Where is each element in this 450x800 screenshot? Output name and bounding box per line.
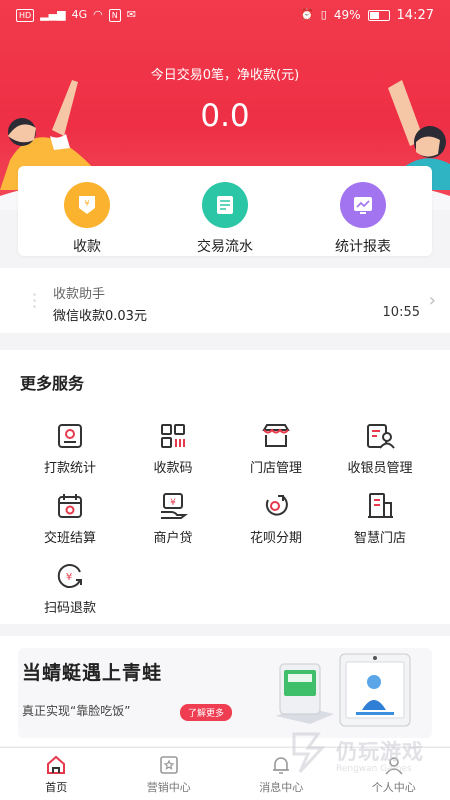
cashier-icon <box>367 424 395 449</box>
service-scan-refund[interactable]: ¥ 扫码退款 <box>14 560 126 622</box>
tab-label: 首页 <box>45 781 68 794</box>
bottom-tab-bar: 首页 营销中心 消息中心 个人中心 <box>0 747 450 800</box>
battery-icon <box>367 9 390 21</box>
service-label: 打款统计 <box>43 461 96 476</box>
vibrate-icon: ▯ <box>320 8 327 21</box>
merchant-loan-icon: ¥ <box>161 493 188 519</box>
assistant-message: 微信收款0.03元 <box>53 309 147 324</box>
payment-assistant-row[interactable]: · · · 收款助手 微信收款0.03元 10:55 › <box>0 268 450 333</box>
service-label: 商户贷 <box>153 531 193 546</box>
battery-percent: 49% <box>333 8 361 22</box>
more-services-section: 更多服务 打款统计 收款码 门店管理 收银员管理 交班结算 ¥ 商户贷 花呗分期… <box>0 350 450 624</box>
transaction-list-label: 交易流水 <box>197 239 253 255</box>
transaction-list-icon <box>202 182 248 228</box>
alarm-icon: ⏰ <box>300 8 314 21</box>
payment-stats-icon <box>58 424 82 448</box>
tab-label: 消息中心 <box>259 781 304 794</box>
face-pay-device-image <box>339 653 411 727</box>
wifi-icon: ◠ <box>93 8 103 21</box>
service-label: 智慧门店 <box>353 531 406 546</box>
qr-code-icon <box>161 424 185 448</box>
service-label: 扫码退款 <box>43 601 96 616</box>
tab-messages[interactable]: 消息中心 <box>225 748 338 800</box>
service-merchant-loan[interactable]: ¥ 商户贷 <box>117 490 229 552</box>
installment-icon <box>265 495 288 516</box>
service-cashier-management[interactable]: 收银员管理 <box>324 420 436 482</box>
shift-settlement-icon <box>58 494 82 518</box>
service-payment-stats[interactable]: 打款统计 <box>14 420 126 482</box>
collect-money-label: 收款 <box>73 239 101 255</box>
status-bar: HD ▂▄▆ 4G ◠ N ✉ ⏰ ▯ 49% 14:27 <box>0 0 450 32</box>
collect-money-icon: ¥ <box>64 182 110 228</box>
tab-label: 个人中心 <box>371 781 416 794</box>
collect-money-button[interactable]: ¥ 收款 <box>18 166 156 256</box>
service-qr-code[interactable]: 收款码 <box>117 420 229 482</box>
learn-more-button[interactable]: 了解更多 <box>180 704 233 721</box>
service-label: 收银员管理 <box>347 461 413 476</box>
assistant-title: 收款助手 <box>53 287 106 302</box>
service-label: 交班结算 <box>43 531 96 546</box>
service-store-management[interactable]: 门店管理 <box>220 420 332 482</box>
drag-dots-icon: · · · <box>32 285 38 316</box>
transaction-list-button[interactable]: 交易流水 <box>156 166 294 256</box>
signal-icon: ▂▄▆ <box>40 8 66 21</box>
user-icon <box>385 757 403 775</box>
service-label: 收款码 <box>153 461 193 476</box>
chevron-right-icon: › <box>428 290 436 311</box>
tab-marketing[interactable]: 营销中心 <box>113 748 226 800</box>
service-smart-store[interactable]: 智慧门店 <box>324 490 436 552</box>
service-installment[interactable]: 花呗分期 <box>220 490 332 552</box>
service-label: 门店管理 <box>249 461 302 476</box>
smart-store-icon <box>368 493 393 518</box>
notification-icon: ✉ <box>126 8 136 21</box>
report-button[interactable]: 统计报表 <box>294 166 432 256</box>
nfc-icon: N <box>108 8 121 22</box>
tab-profile[interactable]: 个人中心 <box>338 748 450 800</box>
banner-subtitle: 真正实现“靠脸吃饭” <box>22 704 131 718</box>
svg-text:¥: ¥ <box>66 572 72 583</box>
store-icon <box>262 424 290 447</box>
scan-refund-icon: ¥ <box>57 564 82 588</box>
promo-banner[interactable]: 当蜻蜓遇上青蛙 真正实现“靠脸吃饭” 了解更多 <box>0 636 450 746</box>
svg-text:¥: ¥ <box>84 199 89 208</box>
svg-text:¥: ¥ <box>170 498 176 508</box>
assistant-time: 10:55 <box>382 305 420 320</box>
network-type: 4G <box>71 8 88 21</box>
banner-title: 当蜻蜓遇上青蛙 <box>22 662 163 684</box>
payment-terminal-image <box>276 663 334 724</box>
hd-indicator: HD <box>16 8 35 22</box>
bell-icon <box>273 757 290 774</box>
quick-actions-card: ¥ 收款 交易流水 统计报表 <box>18 166 432 256</box>
marketing-icon <box>159 756 178 774</box>
services-title: 更多服务 <box>20 374 85 393</box>
service-label: 花呗分期 <box>249 531 302 546</box>
home-icon <box>47 755 66 774</box>
report-chart-icon <box>340 182 386 228</box>
tab-label: 营销中心 <box>146 781 191 794</box>
tab-home[interactable]: 首页 <box>0 748 113 800</box>
clock: 14:27 <box>396 7 434 23</box>
service-shift-settlement[interactable]: 交班结算 <box>14 490 126 552</box>
report-label: 统计报表 <box>335 239 391 255</box>
